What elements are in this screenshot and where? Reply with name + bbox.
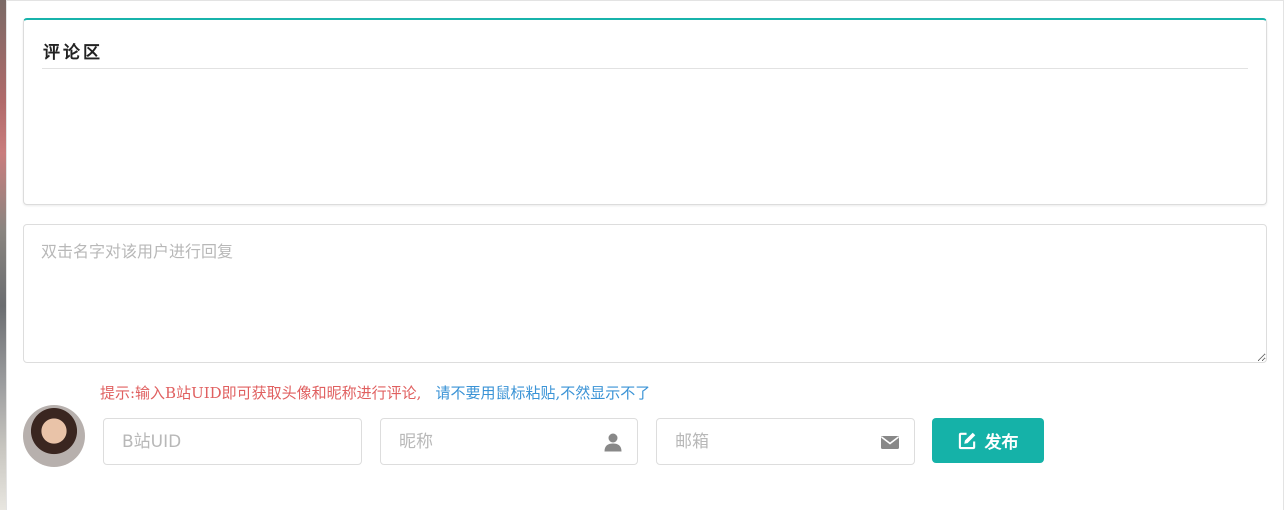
submit-label: 发布: [984, 433, 1019, 453]
uid-input[interactable]: [104, 419, 361, 464]
comment-section: 评论区 提示:输入B站UID即可获取头像和昵称进行评论, 请不要用鼠标粘贴,不然显…: [6, 0, 1284, 510]
hint-secondary: 请不要用鼠标粘贴,不然显示不了: [435, 384, 651, 402]
panel-divider: [42, 68, 1248, 69]
uid-field: [103, 418, 362, 465]
panel-title: 评论区: [43, 43, 103, 63]
comment-list-panel: 评论区: [23, 18, 1267, 205]
email-field: [656, 418, 915, 465]
hint-primary: 提示:输入B站UID即可获取头像和昵称进行评论,: [100, 384, 422, 402]
hint-text: 提示:输入B站UID即可获取头像和昵称进行评论, 请不要用鼠标粘贴,不然显示不了: [100, 382, 650, 403]
nickname-input[interactable]: [381, 419, 637, 464]
nickname-field: [380, 418, 638, 465]
edit-icon: [958, 432, 975, 450]
comment-textarea[interactable]: [23, 224, 1267, 363]
email-input[interactable]: [657, 419, 914, 464]
submit-button[interactable]: 发布: [932, 418, 1044, 463]
avatar: [23, 405, 85, 467]
